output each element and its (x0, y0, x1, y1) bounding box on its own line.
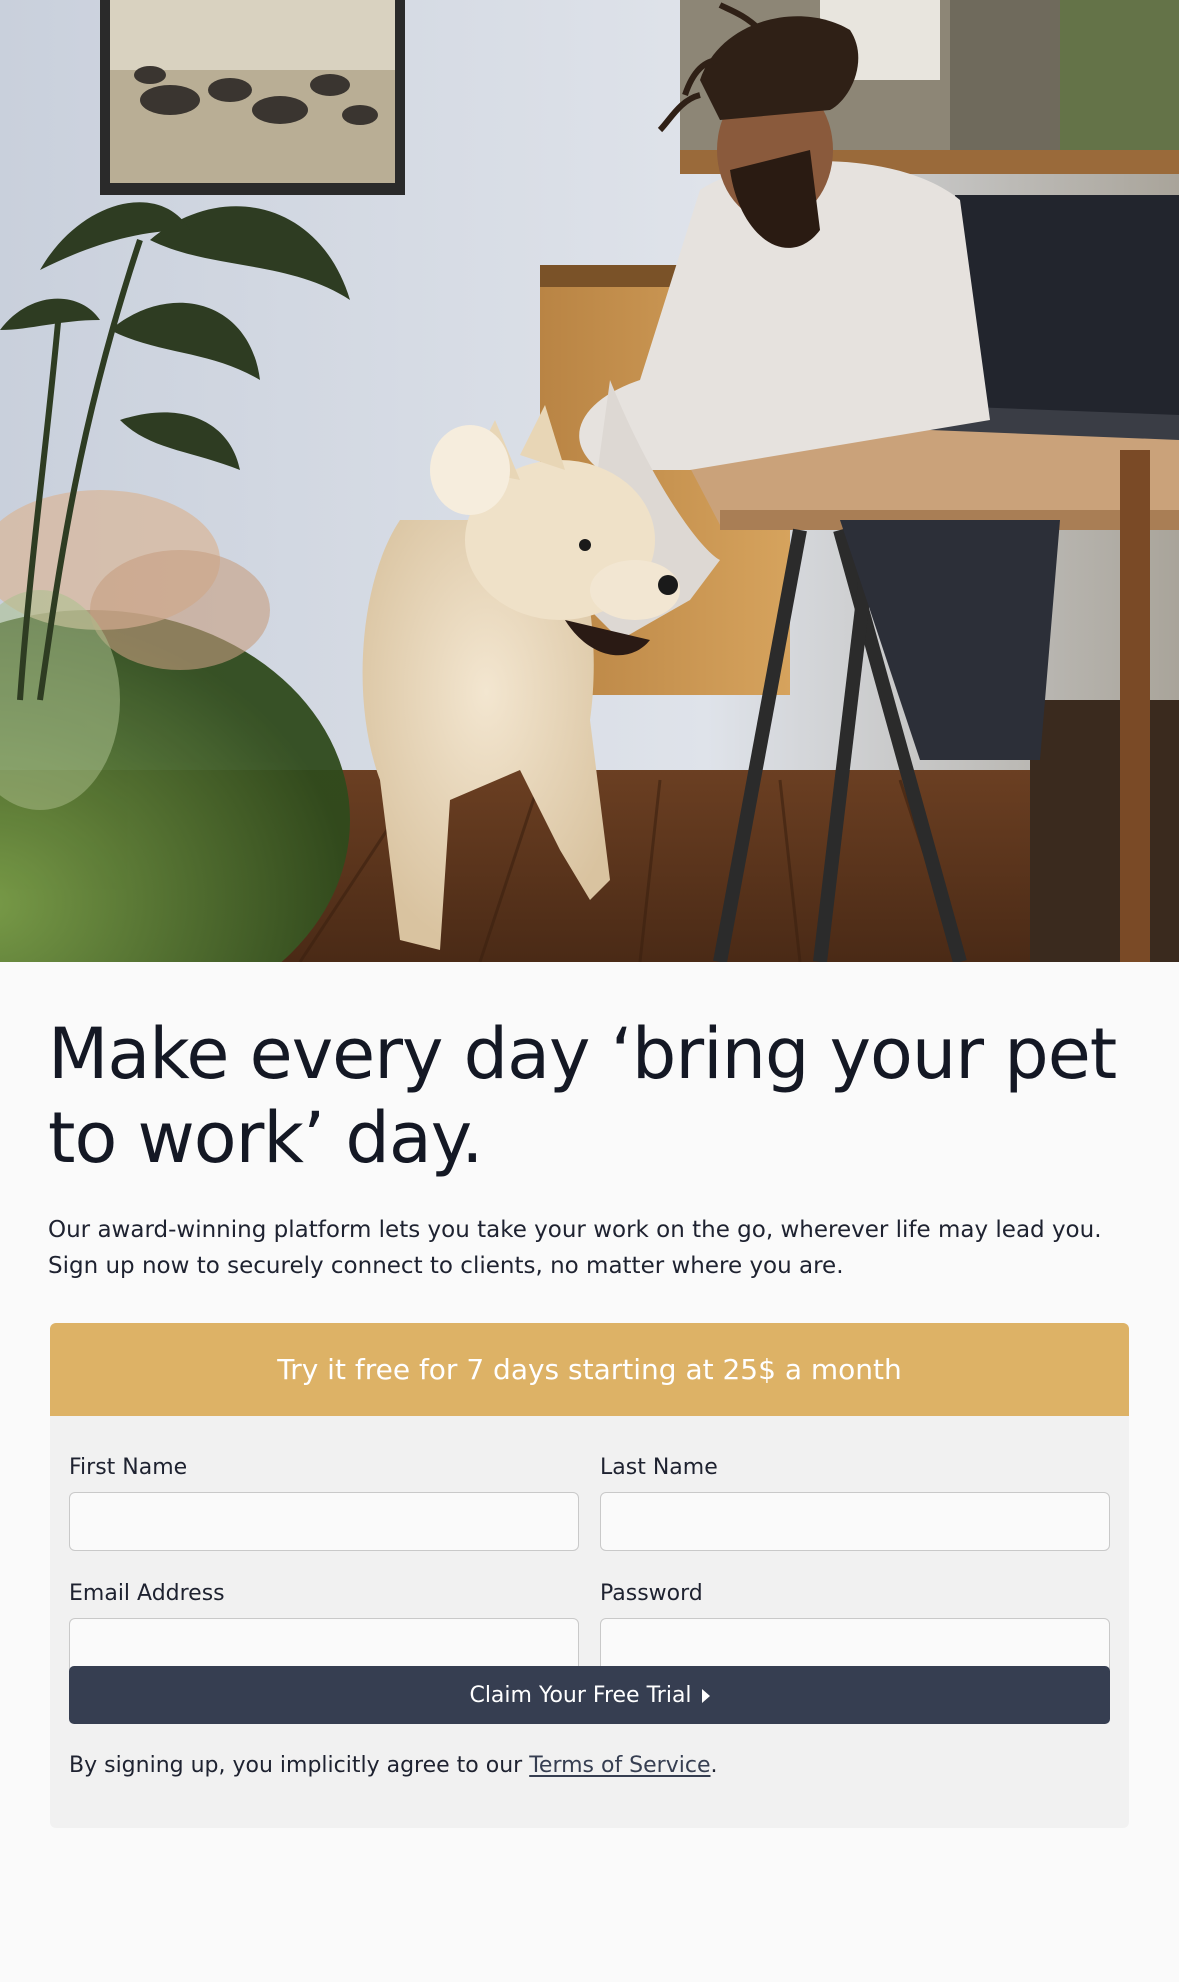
trial-banner: Try it free for 7 days starting at 25$ a… (50, 1323, 1129, 1416)
claim-free-trial-label: Claim Your Free Trial (469, 1682, 692, 1708)
first-name-label: First Name (69, 1455, 188, 1480)
last-name-field: Last Name (600, 1454, 1110, 1551)
password-field: Password (600, 1580, 1110, 1677)
caret-right-icon (701, 1688, 710, 1703)
hero-photo (0, 0, 1179, 962)
claim-free-trial-button[interactable]: Claim Your Free Trial (69, 1666, 1110, 1724)
first-name-field: First Name (69, 1454, 579, 1551)
terms-of-service-link[interactable]: Terms of Service (529, 1753, 710, 1778)
landing-page: Make every day ‘bring your pet to work’ … (0, 0, 1179, 1982)
terms-prefix: By signing up, you implicitly agree to o… (69, 1753, 530, 1778)
intro-paragraph: Our award-winning platform lets you take… (48, 1217, 1102, 1279)
password-label: Password (600, 1581, 703, 1606)
terms-suffix: . (710, 1753, 718, 1778)
first-name-input[interactable] (69, 1492, 579, 1551)
terms-notice: By signing up, you implicitly agree to o… (69, 1751, 718, 1781)
email-label: Email Address (69, 1581, 225, 1606)
last-name-label: Last Name (600, 1455, 718, 1480)
page-title: Make every day ‘bring your pet to work’ … (48, 1013, 1117, 1179)
signup-card: Try it free for 7 days starting at 25$ a… (50, 1323, 1129, 1828)
last-name-input[interactable] (600, 1492, 1110, 1551)
email-field: Email Address (69, 1580, 579, 1677)
